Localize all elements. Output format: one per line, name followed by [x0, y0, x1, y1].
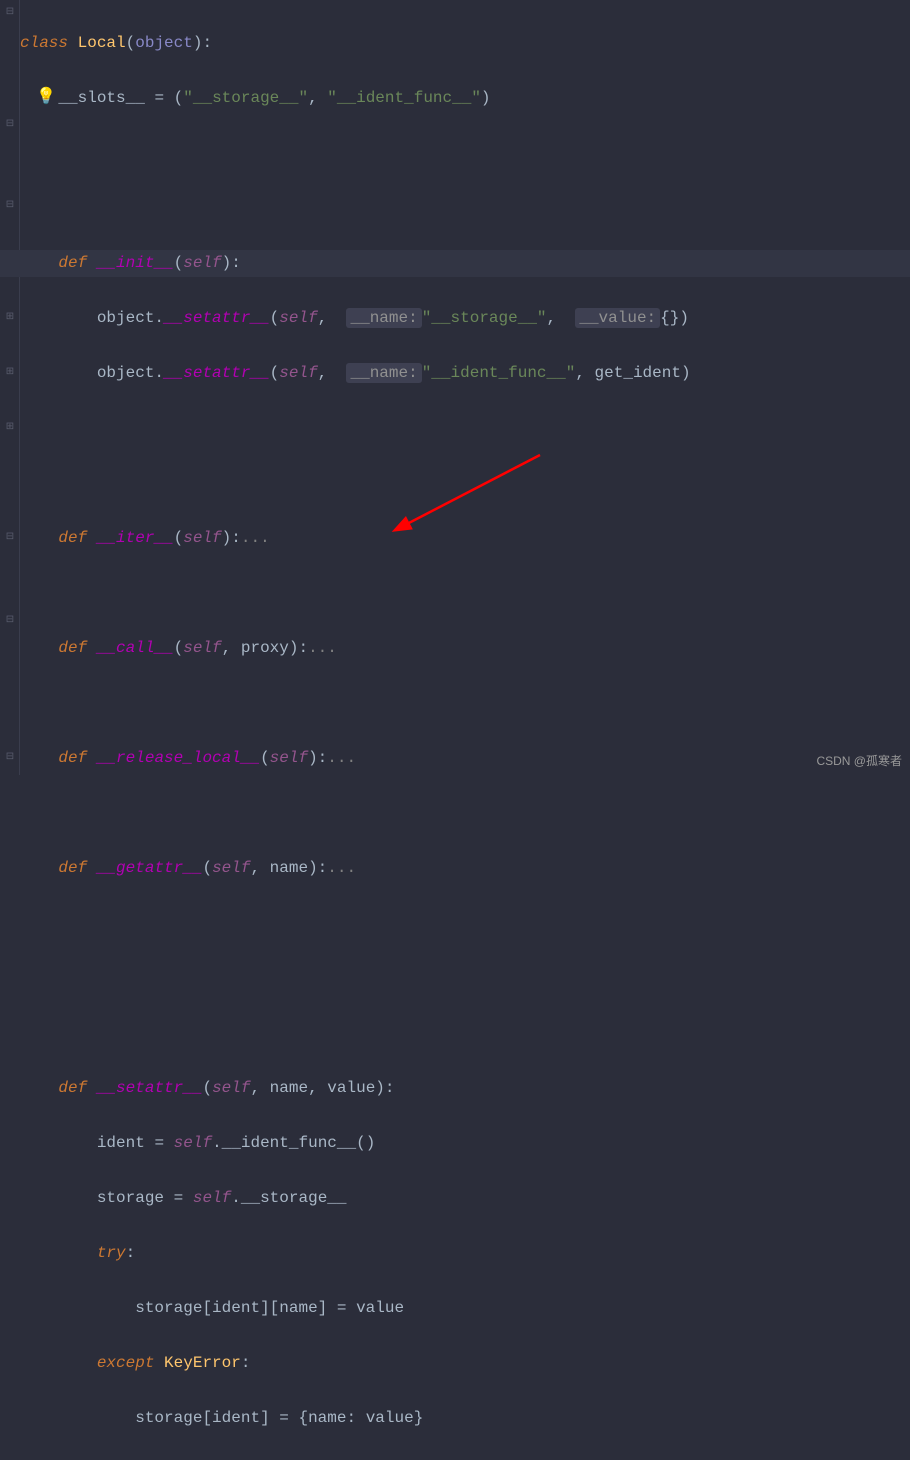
code-line[interactable]: def __getattr__(self, name):... [20, 855, 910, 883]
keyword-except: except [97, 1354, 155, 1372]
folded-code[interactable]: ... [308, 639, 337, 657]
code-line[interactable]: def __call__(self, proxy):... [20, 635, 910, 663]
code-line[interactable]: def __release_local__(self):... [20, 745, 910, 773]
code-line[interactable]: storage = self.__storage__ [20, 1185, 910, 1213]
code-line[interactable] [20, 580, 910, 608]
code-line[interactable]: storage[ident][name] = value [20, 1295, 910, 1323]
fold-icon[interactable]: ⊞ [4, 421, 16, 433]
code-line[interactable]: except KeyError: [20, 1350, 910, 1378]
class-name: Local [78, 34, 126, 52]
code-line[interactable]: def __iter__(self):... [20, 525, 910, 553]
folded-code[interactable]: ... [241, 529, 270, 547]
exception-keyerror: KeyError [164, 1354, 241, 1372]
fold-icon[interactable]: ⊟ [4, 199, 16, 211]
method-iter: __iter__ [97, 529, 174, 547]
code-line[interactable]: class Local(object): [20, 30, 910, 58]
code-line[interactable] [20, 140, 910, 168]
method-call: __call__ [97, 639, 174, 657]
code-line[interactable]: object.__setattr__(self, __name:"__stora… [20, 305, 910, 333]
method-getattr: __getattr__ [97, 859, 203, 877]
code-line[interactable]: storage[ident] = {name: value} [20, 1405, 910, 1433]
code-line[interactable]: try: [20, 1240, 910, 1268]
inlay-hint: __value: [575, 308, 660, 328]
method-release-local: __release_local__ [97, 749, 260, 767]
code-line[interactable]: ident = self.__ident_func__() [20, 1130, 910, 1158]
code-line[interactable]: object.__setattr__(self, __name:"__ident… [20, 360, 910, 388]
watermark: CSDN @孤寒者 [816, 752, 902, 769]
folded-code[interactable]: ... [327, 859, 356, 877]
code-line[interactable] [20, 910, 910, 938]
fold-icon[interactable]: ⊞ [4, 366, 16, 378]
code-editor[interactable]: class Local(object): __slots__ = ("__sto… [20, 2, 910, 1460]
keyword-try: try [97, 1244, 126, 1262]
lightbulb-icon[interactable]: 💡 [36, 86, 56, 106]
code-line[interactable] [20, 1020, 910, 1048]
code-line[interactable] [20, 965, 910, 993]
keyword-class: class [20, 34, 68, 52]
inlay-hint: __name: [346, 363, 421, 383]
builtin-object: object [135, 34, 193, 52]
code-line[interactable] [20, 800, 910, 828]
folded-code[interactable]: ... [327, 749, 356, 767]
code-line[interactable]: def __setattr__(self, name, value): [20, 1075, 910, 1103]
method-setattr: __setattr__ [97, 1079, 203, 1097]
code-line[interactable] [20, 690, 910, 718]
method-init: __init__ [97, 254, 174, 272]
code-line[interactable] [20, 415, 910, 443]
code-line[interactable] [20, 195, 910, 223]
fold-icon[interactable]: ⊟ [4, 614, 16, 626]
fold-icon[interactable]: ⊞ [4, 311, 16, 323]
editor-gutter: ⊟ ⊟ ⊟ ⊞ ⊞ ⊞ ⊞ ⊟ ⊟ ⊟ [0, 0, 20, 775]
code-line[interactable] [20, 470, 910, 498]
code-line[interactable]: __slots__ = ("__storage__", "__ident_fun… [20, 85, 910, 113]
slots-attr: __slots__ [58, 89, 144, 107]
fold-icon[interactable]: ⊟ [4, 118, 16, 130]
fold-icon[interactable]: ⊟ [4, 751, 16, 763]
code-line-highlighted[interactable]: def __init__(self): [0, 250, 910, 278]
inlay-hint: __name: [346, 308, 421, 328]
fold-icon[interactable]: ⊟ [4, 6, 16, 18]
fold-icon[interactable]: ⊟ [4, 531, 16, 543]
